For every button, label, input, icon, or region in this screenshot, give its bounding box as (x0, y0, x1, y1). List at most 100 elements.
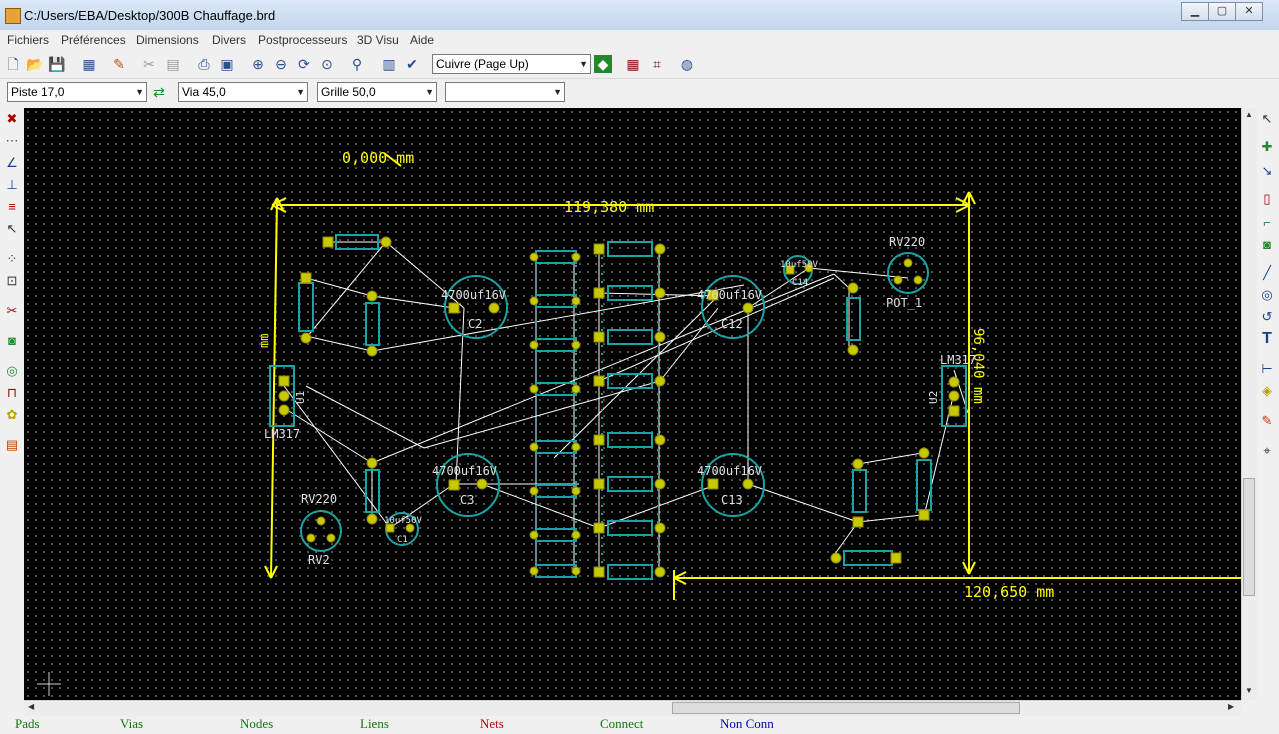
web-icon[interactable]: ◍ (678, 55, 696, 73)
drc-off-icon[interactable]: ✖ (3, 110, 21, 128)
label-c3: C3 (460, 493, 474, 507)
menu-preferences[interactable]: Préférences (61, 33, 126, 47)
maximize-button[interactable]: ▢ (1208, 2, 1236, 21)
title-bar: C:/Users/EBA/Desktop/300B Chauffage.brd … (0, 0, 1279, 31)
scroll-right-icon[interactable]: ▶ (1228, 702, 1234, 711)
chevron-down-icon: ▼ (296, 87, 305, 97)
scroll-left-icon[interactable]: ◀ (28, 702, 34, 711)
main-toolbar: 🗋 📂 💾 ▦ ✎ ✂ ▤ ⎙ ▣ ⊕ ⊖ ⟳ ⊙ ⚲ ▥ ✔ Cuivre (… (0, 51, 1279, 79)
add-track-icon[interactable]: ⌐ (1258, 214, 1276, 232)
polar-coords-icon[interactable]: ∠ (3, 154, 21, 172)
delete-tool-icon[interactable]: ✎ (1258, 412, 1276, 430)
status-connect: Connect (600, 716, 644, 731)
add-target-icon[interactable]: ◈ (1258, 382, 1276, 400)
scroll-down-icon[interactable]: ▼ (1245, 686, 1253, 695)
via-size-select[interactable]: Via 45,0 ▼ (178, 82, 308, 102)
autoroute-icon[interactable]: ⌗ (648, 55, 666, 73)
horizontal-scrollbar[interactable]: ◀ ▶ (24, 700, 1241, 716)
layer-pair-icon[interactable]: ◆ (594, 55, 612, 73)
high-contrast-icon[interactable]: ✿ (3, 406, 21, 424)
select-arrow-icon[interactable]: ↖ (1258, 110, 1276, 128)
add-zone-icon[interactable]: ◙ (1258, 236, 1276, 254)
local-ratsnest-icon[interactable]: ↘ (1258, 162, 1276, 180)
label-c3-value: 4700uf16V (432, 464, 497, 478)
vertical-scroll-thumb[interactable] (1243, 478, 1255, 596)
pad-sketch-icon[interactable]: ◎ (3, 362, 21, 380)
menu-fichiers[interactable]: Fichiers (7, 33, 49, 47)
grid-display-icon[interactable]: ⋯ (3, 132, 21, 150)
grid-select[interactable]: Grille 50,0 ▼ (317, 82, 437, 102)
zoom-select[interactable]: ▼ (445, 82, 565, 102)
chevron-down-icon: ▼ (579, 59, 588, 69)
menu-3d-visu[interactable]: 3D Visu (357, 33, 399, 47)
add-text-icon[interactable]: T (1258, 330, 1276, 348)
chevron-down-icon: ▼ (425, 87, 434, 97)
redraw-icon[interactable]: ⟳ (295, 55, 313, 73)
autoplace-icon[interactable]: ▦ (624, 55, 642, 73)
label-lm317-left: LM317 (264, 427, 300, 441)
find-icon[interactable]: ⚲ (348, 55, 366, 73)
pcb-canvas[interactable]: 119,380 mm 120,650 mm 0,000 mm 96,040 mm… (24, 108, 1241, 700)
label-u2: U2 (927, 391, 940, 404)
add-arc-icon[interactable]: ↺ (1258, 308, 1276, 326)
menu-postprocesseurs[interactable]: Postprocesseurs (258, 33, 347, 47)
label-c14-value: 10uf50V (780, 260, 819, 270)
zoom-out-icon[interactable]: ⊖ (272, 55, 290, 73)
layer-select-value: Cuivre (Page Up) (436, 57, 529, 71)
save-icon[interactable]: 💾 (48, 55, 66, 73)
label-c1: C1 (397, 535, 408, 545)
label-rv2: RV2 (308, 553, 330, 567)
grid-value: Grille 50,0 (321, 85, 376, 99)
menu-divers[interactable]: Divers (212, 33, 246, 47)
microwave-toolbar-icon[interactable]: ▤ (3, 436, 21, 454)
add-circle-icon[interactable]: ◎ (1258, 286, 1276, 304)
dimension-left-line (270, 197, 278, 579)
units-mm-icon[interactable]: ≡ (3, 198, 21, 216)
menu-aide[interactable]: Aide (410, 33, 434, 47)
page-settings-icon[interactable]: ▦ (80, 55, 98, 73)
plot-icon[interactable]: ▣ (218, 55, 236, 73)
module-editor-icon[interactable]: ✎ (110, 55, 128, 73)
zoom-fit-icon[interactable]: ⊙ (318, 55, 336, 73)
vertical-scrollbar[interactable]: ▲ ▼ (1241, 108, 1257, 700)
module-ratsnest-icon[interactable]: ⊡ (3, 272, 21, 290)
units-inch-icon[interactable]: ⊥ (3, 176, 21, 194)
menu-dimensions[interactable]: Dimensions (136, 33, 199, 47)
chevron-down-icon: ▼ (135, 87, 144, 97)
paste-icon[interactable]: ▤ (164, 55, 182, 73)
coordinate-text: 0,000 mm (342, 149, 414, 167)
close-button[interactable]: ✕ (1235, 2, 1263, 21)
add-module-icon[interactable]: ▯ (1258, 190, 1276, 208)
track-width-select[interactable]: Piste 17,0 ▼ (7, 82, 147, 102)
auto-track-width-icon[interactable]: ⇄ (150, 83, 168, 101)
show-ratsnest-icon[interactable]: ⁘ (3, 250, 21, 268)
status-liens: Liens (360, 716, 389, 731)
highlight-net-icon[interactable]: ✚ (1258, 138, 1276, 156)
zoom-in-icon[interactable]: ⊕ (249, 55, 267, 73)
label-c1-value: 10uf50V (384, 516, 423, 526)
auto-delete-track-icon[interactable]: ✂ (3, 302, 21, 320)
new-board-icon[interactable]: 🗋 (4, 55, 22, 73)
add-line-icon[interactable]: ╱ (1258, 264, 1276, 282)
dim-bottom-text: 120,650 mm (964, 583, 1054, 601)
cursor-shape-icon[interactable]: ↖ (3, 220, 21, 238)
via-size-value: Via 45,0 (182, 85, 226, 99)
open-icon[interactable]: 📂 (26, 55, 44, 73)
cut-icon[interactable]: ✂ (140, 55, 158, 73)
label-pot1: POT_1 (886, 296, 922, 310)
horizontal-scroll-thumb[interactable] (672, 702, 1020, 714)
status-bar: Pads Vias Nodes Liens Nets Connect Non C… (0, 716, 1279, 734)
print-icon[interactable]: ⎙ (195, 55, 213, 73)
layer-select[interactable]: Cuivre (Page Up) ▼ (432, 54, 591, 74)
drc-icon[interactable]: ✔ (403, 55, 421, 73)
grid-origin-icon[interactable]: ⌖ (1258, 442, 1276, 460)
board-drawing[interactable]: 119,380 mm 120,650 mm 0,000 mm 96,040 mm… (24, 108, 1241, 700)
cursor-crosshair (37, 672, 61, 696)
scroll-up-icon[interactable]: ▲ (1245, 110, 1253, 119)
add-dimension-icon[interactable]: ⊢ (1258, 360, 1276, 378)
minimize-button[interactable]: ▁ (1181, 2, 1209, 21)
dimension-lines (264, 152, 1241, 600)
zone-display-icon[interactable]: ◙ (3, 332, 21, 350)
track-sketch-icon[interactable]: ⊓ (3, 384, 21, 402)
netlist-icon[interactable]: ▥ (380, 55, 398, 73)
